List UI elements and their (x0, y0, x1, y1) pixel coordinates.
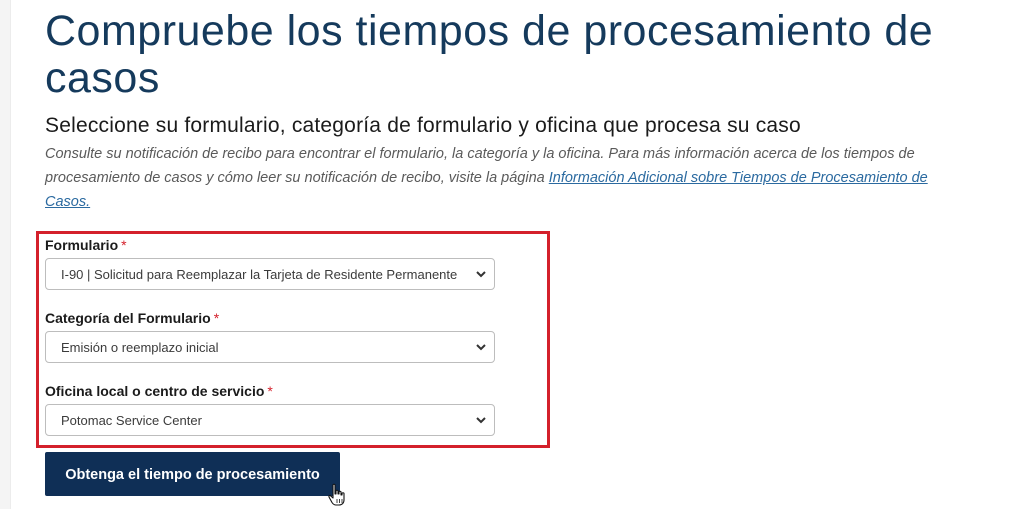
office-select[interactable]: Potomac Service Center (45, 404, 495, 436)
page-title: Compruebe los tiempos de procesamiento d… (45, 7, 934, 102)
category-field-label-text: Categoría del Formulario (45, 310, 211, 326)
category-field-label: Categoría del Formulario * (45, 310, 219, 326)
form-field-label-text: Formulario (45, 237, 119, 253)
form-field-label: Formulario * (45, 237, 127, 253)
page-subtitle: Seleccione su formulario, categoría de f… (45, 114, 801, 137)
intro-paragraph: Consulte su notificación de recibo para … (45, 142, 975, 214)
office-field-label: Oficina local o centro de servicio * (45, 383, 273, 399)
category-select-value: Emisión o reemplazo inicial (61, 339, 219, 355)
hand-pointer-cursor-icon (328, 483, 345, 506)
chevron-down-icon (476, 344, 486, 351)
required-marker: * (121, 237, 127, 253)
chevron-down-icon (476, 271, 486, 278)
office-select-value: Potomac Service Center (61, 412, 202, 428)
required-marker: * (213, 310, 220, 326)
left-gutter (0, 0, 11, 509)
form-select[interactable]: I-90 | Solicitud para Reemplazar la Tarj… (45, 258, 495, 290)
chevron-down-icon (476, 417, 486, 424)
required-marker: * (267, 383, 273, 399)
page: Compruebe los tiempos de procesamiento d… (0, 0, 1009, 509)
get-processing-time-button[interactable]: Obtenga el tiempo de procesamiento (45, 452, 340, 496)
form-select-value: I-90 | Solicitud para Reemplazar la Tarj… (61, 266, 458, 282)
category-select[interactable]: Emisión o reemplazo inicial (45, 331, 495, 363)
office-field-label-text: Oficina local o centro de servicio (45, 383, 265, 399)
